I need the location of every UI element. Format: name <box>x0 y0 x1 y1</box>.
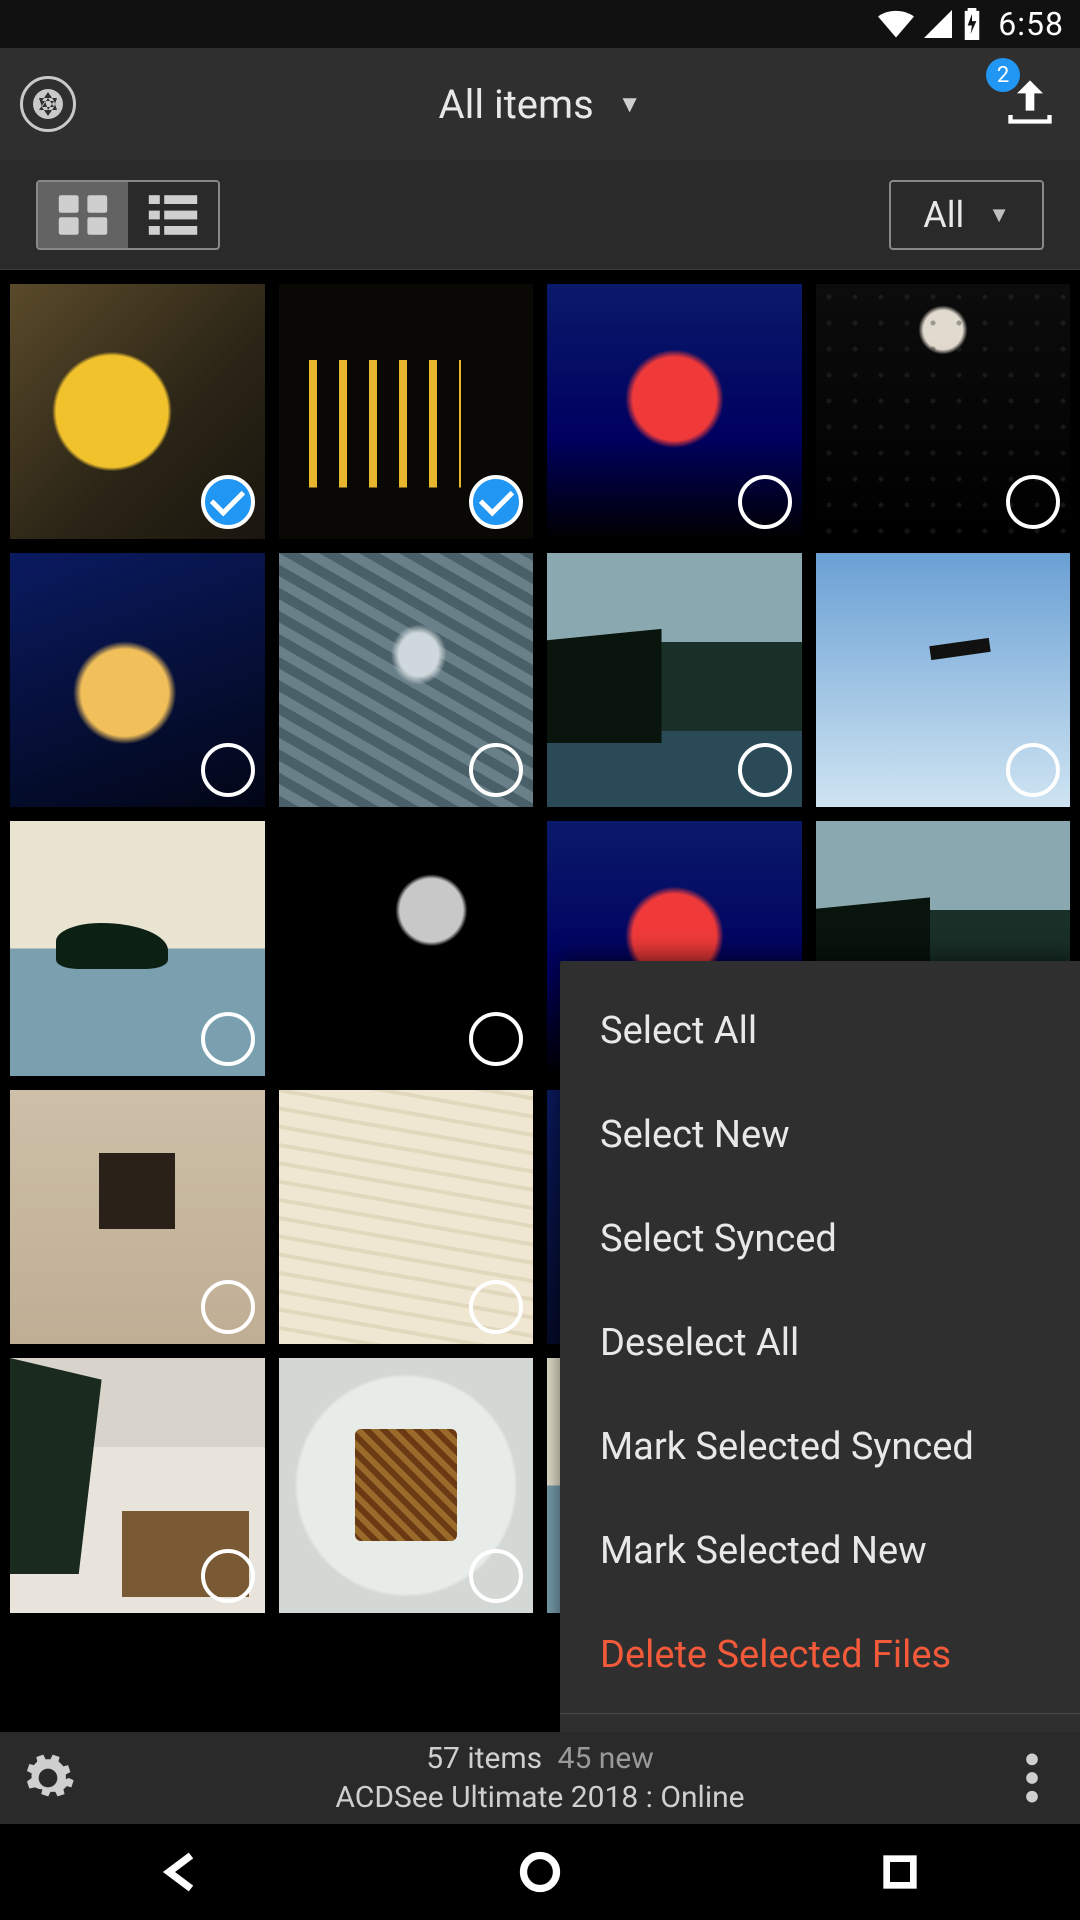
photo-thumb[interactable] <box>10 284 265 539</box>
select-circle-icon[interactable] <box>469 1012 523 1066</box>
photo-thumb[interactable] <box>279 821 534 1076</box>
photo-thumb[interactable] <box>279 553 534 808</box>
select-circle-icon[interactable] <box>469 1549 523 1603</box>
select-circle-icon[interactable] <box>469 743 523 797</box>
more-button[interactable] <box>1004 1750 1060 1806</box>
divider <box>560 1713 1080 1714</box>
photo-thumb[interactable] <box>547 553 802 808</box>
photo-thumb[interactable] <box>10 821 265 1076</box>
select-circle-icon[interactable] <box>1006 475 1060 529</box>
filter-dropdown-label: All <box>923 194 964 236</box>
wifi-icon <box>878 10 914 38</box>
gear-icon <box>20 1750 76 1806</box>
context-menu-item[interactable]: Mark Selected Synced <box>560 1395 1080 1499</box>
select-circle-icon[interactable] <box>201 743 255 797</box>
status-clock: 6:58 <box>998 5 1064 43</box>
photo-thumb[interactable] <box>10 1090 265 1345</box>
cell-signal-icon <box>924 10 952 38</box>
nav-recent-button[interactable] <box>864 1836 936 1908</box>
item-count: 57 items <box>426 1741 542 1776</box>
photo-thumb[interactable] <box>279 1358 534 1613</box>
photo-thumb[interactable] <box>816 284 1071 539</box>
context-menu-item[interactable]: Mark Selected New <box>560 1499 1080 1603</box>
android-status-bar: 6:58 <box>0 0 1080 48</box>
list-icon <box>146 193 200 237</box>
more-vertical-icon <box>1004 1750 1060 1806</box>
title-dropdown-label: All items <box>439 81 594 128</box>
view-toggle <box>36 180 220 250</box>
photo-thumb[interactable] <box>547 284 802 539</box>
context-menu-item[interactable]: Deselect All <box>560 1291 1080 1395</box>
nav-back-button[interactable] <box>144 1836 216 1908</box>
upload-badge: 2 <box>986 58 1020 92</box>
select-circle-icon[interactable] <box>738 743 792 797</box>
home-icon <box>518 1850 562 1894</box>
photo-thumb[interactable] <box>10 1358 265 1613</box>
context-menu-item[interactable]: Select Synced <box>560 1187 1080 1291</box>
photo-thumb[interactable] <box>279 1090 534 1345</box>
select-circle-icon[interactable] <box>738 475 792 529</box>
toolbar: All ▼ <box>0 160 1080 270</box>
select-circle-icon[interactable] <box>1006 743 1060 797</box>
select-circle-icon[interactable] <box>469 1280 523 1334</box>
upload-button[interactable]: 2 <box>1004 76 1060 132</box>
bottom-bar: 57 items 45 new ACDSee Ultimate 2018 : O… <box>0 1732 1080 1824</box>
context-menu-item[interactable]: Select New <box>560 1083 1080 1187</box>
photo-thumb[interactable] <box>10 553 265 808</box>
recent-icon <box>880 1852 920 1892</box>
photo-thumb[interactable] <box>279 284 534 539</box>
chevron-down-icon: ▼ <box>618 90 642 119</box>
android-nav-bar <box>0 1824 1080 1920</box>
context-menu-item[interactable]: Delete Selected Files <box>560 1603 1080 1707</box>
photo-thumb[interactable] <box>816 553 1071 808</box>
chevron-down-icon: ▼ <box>988 202 1010 228</box>
title-dropdown[interactable]: All items ▼ <box>439 81 642 128</box>
select-circle-icon[interactable] <box>201 1549 255 1603</box>
grid-view-button[interactable] <box>38 182 128 248</box>
context-menu: Select AllSelect NewSelect SyncedDeselec… <box>560 961 1080 1732</box>
app-logo-icon[interactable] <box>20 76 76 132</box>
back-icon <box>158 1850 202 1894</box>
app-bar: All items ▼ 2 <box>0 48 1080 160</box>
filter-dropdown[interactable]: All ▼ <box>889 180 1044 250</box>
checkmark-icon[interactable] <box>469 475 523 529</box>
new-count: 45 new <box>558 1741 654 1776</box>
grid-icon <box>56 193 110 237</box>
nav-home-button[interactable] <box>504 1836 576 1908</box>
battery-charging-icon <box>962 8 982 40</box>
status-text: 57 items 45 new ACDSee Ultimate 2018 : O… <box>335 1739 744 1817</box>
checkmark-icon[interactable] <box>201 475 255 529</box>
list-view-button[interactable] <box>128 182 218 248</box>
context-menu-item[interactable]: Select All <box>560 979 1080 1083</box>
connection-status: ACDSee Ultimate 2018 : Online <box>335 1778 744 1817</box>
select-circle-icon[interactable] <box>201 1280 255 1334</box>
select-circle-icon[interactable] <box>201 1012 255 1066</box>
settings-button[interactable] <box>20 1750 76 1806</box>
